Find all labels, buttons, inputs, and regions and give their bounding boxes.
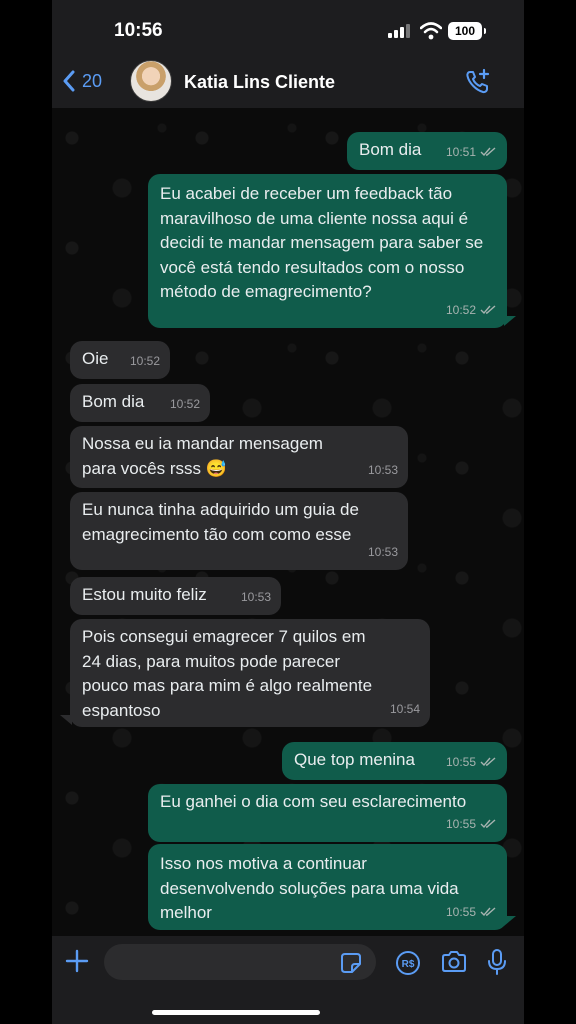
chat-area[interactable]: Bom dia 10:51 Eu acabei de receber um fe… [52,108,524,936]
contact-name[interactable]: Katia Lins Cliente [184,72,335,93]
message-text: Eu ganhei o dia com seu esclarecimento [160,792,467,811]
bubble-tail [504,916,516,926]
message-meta: 10:54 [390,697,420,722]
message-meta: 10:55 [446,812,497,837]
screen-margin-left [0,0,52,1024]
message-text: Eu acabei de receber um feedback tão mar… [160,184,488,301]
message-text: Isso nos motiva a continuar desenvolvend… [160,854,464,922]
message-text: Estou muito feliz [82,585,207,604]
contact-avatar[interactable] [130,60,172,102]
message-bubble-incoming[interactable]: Oie 10:52 [70,341,170,379]
bubble-tail [60,715,72,725]
read-checkmarks-icon [480,757,496,766]
message-bubble-incoming[interactable]: Eu nunca tinha adquirido um guia de emag… [70,492,408,570]
message-bubble-outgoing[interactable]: Que top menina 10:55 [282,742,507,780]
message-meta: 10:53 [368,458,398,483]
home-indicator[interactable] [152,1010,320,1015]
read-checkmarks-icon [480,147,496,156]
message-meta: 10:55 [446,900,497,925]
message-time: 10:53 [240,589,271,604]
phone-screen: 10:56 100 20 Katia Lins Cliente Bom dia … [52,0,524,1024]
read-checkmarks-icon [480,305,496,314]
message-bubble-outgoing[interactable]: Bom dia 10:51 [347,132,507,170]
svg-text:R$: R$ [402,959,415,970]
message-text: Bom dia [82,392,145,411]
back-button[interactable]: 20 [62,70,102,92]
message-text: Oie [82,349,109,368]
chevron-left-icon [63,70,75,92]
message-time: 10:52 [445,302,476,317]
unread-count: 20 [82,70,103,91]
message-text: Bom dia [359,140,422,159]
message-meta: 10:52 [446,298,497,323]
message-bubble-incoming[interactable]: Pois consegui emagrecer 7 quilos em 24 d… [70,619,430,727]
message-input[interactable] [104,944,376,980]
message-time: 10:52 [129,353,160,368]
add-call-icon[interactable] [464,68,492,96]
microphone-icon[interactable] [486,948,508,976]
plus-icon[interactable] [64,948,90,974]
message-meta: 10:55 [446,750,497,775]
message-meta: 10:53 [241,585,271,610]
message-time: 10:55 [445,816,476,831]
wifi-icon [420,22,442,40]
message-meta: 10:53 [368,540,398,565]
message-bubble-incoming[interactable]: Nossa eu ia mandar mensagem para vocês r… [70,426,408,488]
message-time: 10:53 [367,462,398,477]
bubble-tail [504,316,516,326]
payment-icon[interactable]: R$ [395,950,421,976]
message-bubble-incoming[interactable]: Bom dia 10:52 [70,384,210,422]
message-bubble-outgoing[interactable]: Eu acabei de receber um feedback tão mar… [148,174,507,328]
message-time: 10:55 [445,754,476,769]
message-time: 10:52 [169,396,200,411]
chat-header: 20 Katia Lins Cliente [52,60,524,108]
sticker-icon[interactable] [340,952,362,974]
status-bar: 10:56 100 [52,0,524,62]
message-bubble-outgoing[interactable]: Isso nos motiva a continuar desenvolvend… [148,844,507,930]
message-time: 10:54 [389,701,420,716]
cellular-signal-icon [388,24,410,38]
battery-indicator: 100 [448,22,486,40]
read-checkmarks-icon [480,819,496,828]
camera-icon[interactable] [440,950,468,974]
message-time: 10:53 [367,544,398,559]
message-meta: 10:52 [170,392,200,417]
message-text: Nossa eu ia mandar mensagem para vocês r… [82,434,328,478]
message-time: 10:51 [445,144,476,159]
message-text: Que top menina [294,750,415,769]
message-bubble-incoming[interactable]: Estou muito feliz 10:53 [70,577,281,615]
message-meta: 10:52 [130,349,160,374]
status-time: 10:56 [114,20,163,41]
message-meta: 10:51 [446,140,497,165]
message-text: Pois consegui emagrecer 7 quilos em 24 d… [82,627,377,720]
read-checkmarks-icon [480,907,496,916]
screen-margin-right [524,0,576,1024]
message-time: 10:55 [445,904,476,919]
message-text: Eu nunca tinha adquirido um guia de emag… [82,500,364,544]
message-bubble-outgoing[interactable]: Eu ganhei o dia com seu esclarecimento 1… [148,784,507,842]
